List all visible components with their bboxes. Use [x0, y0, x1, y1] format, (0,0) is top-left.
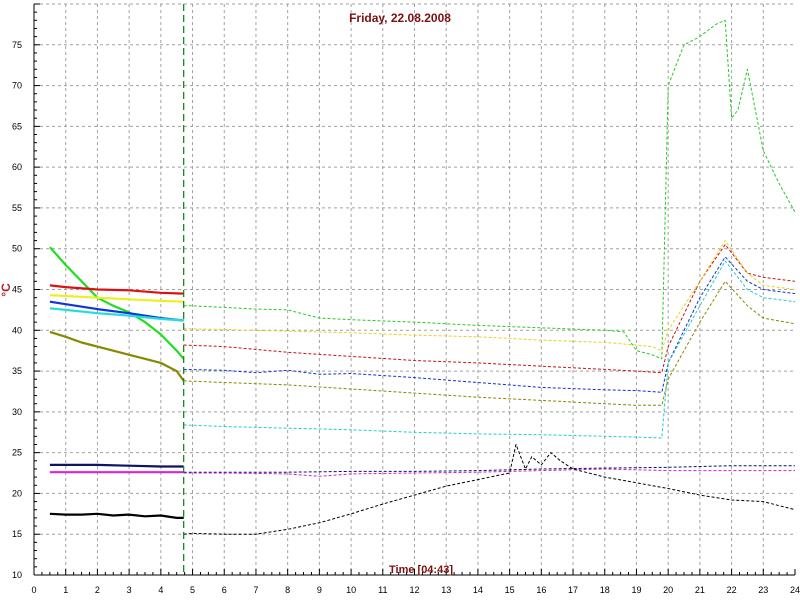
x-tick-label: 15 [505, 585, 515, 595]
x-tick-label: 22 [727, 585, 737, 595]
chart-background [0, 0, 800, 600]
x-tick-label: 8 [285, 585, 290, 595]
x-tick-label: 24 [790, 585, 800, 595]
y-tick-label: 75 [12, 40, 22, 50]
x-tick-label: 7 [253, 585, 258, 595]
y-tick-label: 15 [12, 529, 22, 539]
y-tick-label: 10 [12, 570, 22, 580]
chart-title: Friday, 22.08.2008 [349, 11, 451, 25]
y-tick-label: 50 [12, 244, 22, 254]
x-tick-label: 14 [473, 585, 483, 595]
x-tick-label: 12 [409, 585, 419, 595]
x-tick-label: 5 [190, 585, 195, 595]
x-tick-label: 17 [568, 585, 578, 595]
x-tick-label: 10 [346, 585, 356, 595]
y-tick-label: 40 [12, 325, 22, 335]
x-tick-label: 18 [600, 585, 610, 595]
y-tick-label: 55 [12, 203, 22, 213]
y-tick-label: 35 [12, 366, 22, 376]
x-tick-label: 2 [95, 585, 100, 595]
y-tick-label: 65 [12, 121, 22, 131]
x-tick-label: 21 [695, 585, 705, 595]
temperature-chart: 0 1 2 3 4 5 6 7 8 9 10 11 12 13 14 15 16 17 18 19 20 21 22 23 24… [0, 0, 800, 600]
y-axis-label: °C [0, 283, 13, 297]
y-tick-label: 60 [12, 162, 22, 172]
x-tick-label: 23 [758, 585, 768, 595]
x-tick-label: 3 [127, 585, 132, 595]
y-tick-label: 45 [12, 285, 22, 295]
y-tick-label: 25 [12, 448, 22, 458]
x-tick-label: 16 [536, 585, 546, 595]
y-tick-label: 20 [12, 488, 22, 498]
y-tick-label: 70 [12, 81, 22, 91]
y-tick-label: 30 [12, 407, 22, 417]
x-tick-label: 4 [158, 585, 163, 595]
x-tick-label: 1 [63, 585, 68, 595]
x-tick-label: 0 [31, 585, 36, 595]
x-tick-label: 19 [631, 585, 641, 595]
x-tick-label: 6 [222, 585, 227, 595]
x-axis-label: Time [04:43] [389, 564, 453, 576]
x-tick-label: 20 [663, 585, 673, 595]
x-tick-label: 9 [317, 585, 322, 595]
x-tick-label: 13 [441, 585, 451, 595]
x-tick-label: 11 [378, 585, 387, 595]
